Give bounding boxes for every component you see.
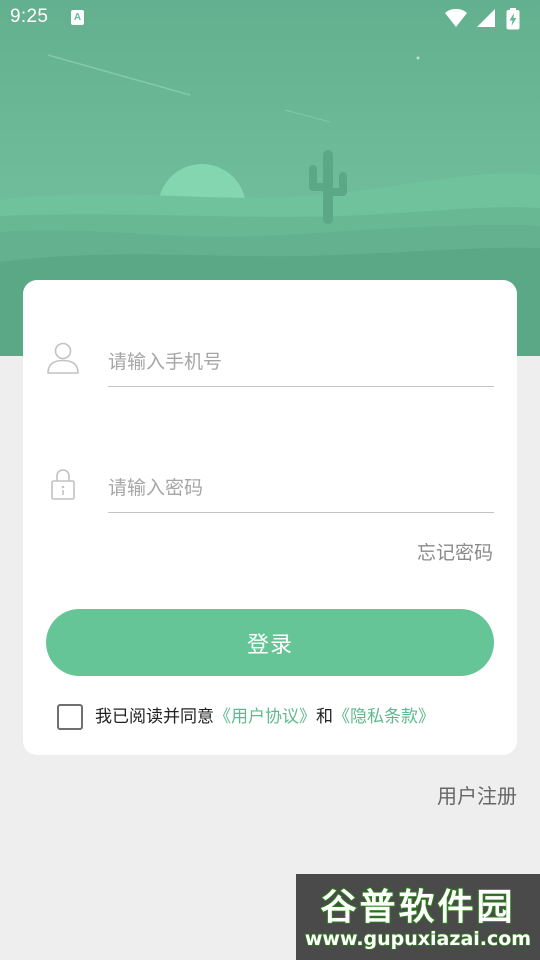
lock-icon bbox=[51, 469, 75, 500]
wifi-icon bbox=[445, 8, 467, 27]
forgot-password-link[interactable]: 忘记密码 bbox=[417, 538, 493, 565]
agree-checkbox[interactable] bbox=[57, 704, 83, 730]
login-card: 忘记密码 登录 我已阅读并同意《用户协议》和《隐私条款》 bbox=[23, 280, 517, 755]
cellular-signal-icon bbox=[477, 9, 495, 27]
phone-field-row bbox=[23, 338, 517, 388]
agreement-text: 我已阅读并同意《用户协议》和《隐私条款》 bbox=[95, 704, 435, 730]
watermark-logo: 谷普软件园 www.gupuxiazai.com bbox=[296, 874, 540, 960]
status-bar: 9:25 A bbox=[0, 0, 540, 36]
watermark-url: www.gupuxiazai.com bbox=[304, 927, 532, 951]
status-icons bbox=[444, 8, 530, 30]
user-icon bbox=[47, 342, 79, 374]
register-link[interactable]: 用户注册 bbox=[437, 780, 517, 809]
watermark-title: 谷普软件园 bbox=[319, 886, 516, 929]
login-button[interactable]: 登录 bbox=[46, 609, 494, 676]
agreement-prefix: 我已阅读并同意 bbox=[95, 707, 214, 727]
password-input[interactable] bbox=[108, 464, 494, 513]
user-agreement-link[interactable]: 《用户协议》 bbox=[214, 707, 316, 727]
password-field-row bbox=[23, 464, 517, 514]
battery-charging-icon bbox=[506, 8, 520, 30]
phone-input[interactable] bbox=[108, 338, 494, 387]
notification-app-icon: A bbox=[71, 10, 84, 25]
privacy-terms-link[interactable]: 《隐私条款》 bbox=[333, 707, 435, 727]
agreement-connector: 和 bbox=[316, 707, 333, 727]
status-time: 9:25 bbox=[10, 6, 49, 27]
